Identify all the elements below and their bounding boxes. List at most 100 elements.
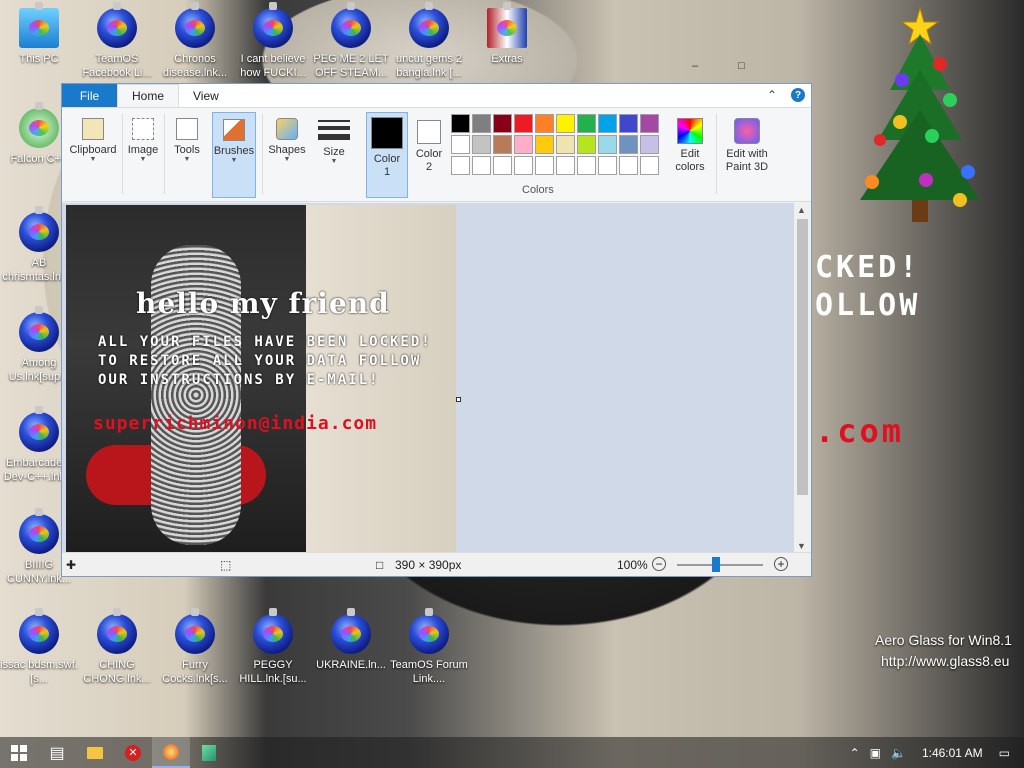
edit-colors-button[interactable]: Edit colors: [668, 112, 712, 198]
vertical-scrollbar[interactable]: ▲ ▼: [794, 203, 811, 553]
size-button[interactable]: Size ▼: [312, 112, 356, 198]
volume-icon[interactable]: 🔈: [891, 746, 906, 760]
app-icon: [409, 2, 449, 48]
app-icon: [331, 2, 371, 48]
shapes-button[interactable]: Shapes ▼: [264, 112, 310, 198]
clipboard-button[interactable]: Clipboard ▼: [64, 112, 122, 198]
tab-file[interactable]: File: [62, 84, 117, 107]
palette-swatch[interactable]: [472, 135, 491, 154]
palette-swatch[interactable]: [577, 135, 596, 154]
palette-swatch[interactable]: [451, 156, 470, 175]
palette-swatch[interactable]: [493, 114, 512, 133]
zoom-slider-thumb[interactable]: [712, 557, 721, 572]
palette-swatch[interactable]: [535, 135, 554, 154]
palette-swatch[interactable]: [577, 156, 596, 175]
desktop-icon[interactable]: Furry Cocks.lnk[s...: [156, 608, 234, 686]
palette-swatch[interactable]: [493, 156, 512, 175]
palette-swatch[interactable]: [640, 135, 659, 154]
palette-swatch[interactable]: [556, 156, 575, 175]
palette-swatch[interactable]: [556, 135, 575, 154]
network-icon[interactable]: ▣: [870, 746, 881, 760]
palette-swatch[interactable]: [514, 135, 533, 154]
minimize-icon[interactable]: –: [692, 60, 698, 72]
shapes-icon: [276, 118, 298, 140]
desktop-icon[interactable]: uncut gems 2 bangla.lnk [...: [390, 2, 468, 80]
edit-paint3d-button[interactable]: Edit with Paint 3D: [718, 112, 776, 198]
task-view-icon[interactable]: ▤: [38, 737, 76, 768]
desktop-icon[interactable]: TeamOS Forum Link....: [390, 608, 468, 686]
zoom-out-button[interactable]: −: [652, 557, 666, 571]
palette-swatch[interactable]: [598, 135, 617, 154]
desktop-icon[interactable]: I cant believe how FUCKI...: [234, 2, 312, 80]
tools-button[interactable]: Tools ▼: [166, 112, 208, 198]
desktop-icon[interactable]: Extras: [468, 2, 546, 66]
palette-swatch[interactable]: [472, 114, 491, 133]
paint-taskbar-icon[interactable]: [152, 737, 190, 768]
colors-group-label: Colors: [522, 184, 554, 196]
desktop-icon[interactable]: PEGGY HILL.lnk.[su...: [234, 608, 312, 686]
scroll-up-icon[interactable]: ▲: [797, 205, 806, 215]
desktop-icon[interactable]: issac bdsm.swf.[s...: [0, 608, 78, 686]
palette-swatch[interactable]: [619, 156, 638, 175]
color-palette: [451, 114, 659, 175]
app-icon: [409, 608, 449, 654]
app-taskbar-icon[interactable]: [190, 737, 228, 768]
resize-handle-right[interactable]: [456, 397, 461, 402]
desktop-icon[interactable]: TeamOS Facebook Li...: [78, 2, 156, 80]
palette-swatch[interactable]: [640, 156, 659, 175]
scroll-down-icon[interactable]: ▼: [797, 541, 806, 551]
recycle-icon: [19, 102, 59, 148]
tab-home[interactable]: Home: [117, 84, 180, 107]
select-icon: [132, 118, 154, 140]
aero-glass-watermark: Aero Glass for Win8.1 http://www.glass8.…: [875, 630, 1012, 672]
palette-swatch[interactable]: [493, 135, 512, 154]
clock[interactable]: 1:46:01 AM: [916, 746, 989, 760]
close-app-icon[interactable]: ✕: [114, 737, 152, 768]
palette-swatch[interactable]: [472, 156, 491, 175]
image-canvas[interactable]: hello my friend ALL YOUR FILES HAVE BEEN…: [66, 205, 456, 553]
collapse-ribbon-icon[interactable]: ⌃: [767, 88, 777, 102]
maximize-icon[interactable]: □: [738, 60, 745, 72]
desktop-icon[interactable]: This PC: [0, 2, 78, 66]
scroll-thumb[interactable]: [797, 219, 808, 495]
brushes-button[interactable]: Brushes ▼: [212, 112, 256, 198]
palette-swatch[interactable]: [598, 156, 617, 175]
desktop-icon[interactable]: CHING CHONG.lnk...: [78, 608, 156, 686]
image-size-text: 390 × 390px: [395, 558, 462, 572]
app-icon: [19, 508, 59, 554]
palette-swatch[interactable]: [451, 135, 470, 154]
image-button[interactable]: Image ▼: [124, 112, 162, 198]
chevron-up-icon[interactable]: ⌃: [850, 746, 860, 760]
palette-swatch[interactable]: [619, 135, 638, 154]
desktop-icon-label: TeamOS Facebook Li...: [82, 53, 152, 79]
palette-swatch[interactable]: [535, 114, 554, 133]
color1-button[interactable]: Color 1: [366, 112, 408, 198]
desktop-icon-label: Extras: [491, 53, 523, 65]
desktop-icon[interactable]: Chronos disease.lnk...: [156, 2, 234, 80]
color2-button[interactable]: Color 2: [410, 112, 448, 198]
notifications-icon[interactable]: ▭: [999, 746, 1010, 760]
palette-swatch[interactable]: [577, 114, 596, 133]
palette-swatch[interactable]: [514, 156, 533, 175]
zoom-in-button[interactable]: +: [774, 557, 788, 571]
start-button[interactable]: [0, 737, 38, 768]
palette-swatch[interactable]: [514, 114, 533, 133]
desktop-icon[interactable]: UKRAINE.ln...: [312, 608, 390, 672]
zoom-level-text: 100%: [617, 558, 648, 572]
color2-label: Color 2: [415, 148, 443, 173]
palette-swatch[interactable]: [535, 156, 554, 175]
tab-view[interactable]: View: [179, 84, 233, 107]
palette-swatch[interactable]: [556, 114, 575, 133]
file-explorer-icon[interactable]: [76, 737, 114, 768]
shapes-label: Shapes: [268, 144, 306, 156]
palette-swatch[interactable]: [640, 114, 659, 133]
palette-swatch[interactable]: [451, 114, 470, 133]
desktop-icon-label: issac bdsm.swf.[s...: [0, 659, 78, 685]
help-icon[interactable]: ?: [791, 88, 805, 102]
app-icon: [331, 608, 371, 654]
rainbow-palette-icon: [677, 118, 703, 144]
palette-swatch[interactable]: [619, 114, 638, 133]
canvas-area[interactable]: hello my friend ALL YOUR FILES HAVE BEEN…: [62, 203, 797, 553]
palette-swatch[interactable]: [598, 114, 617, 133]
desktop-icon[interactable]: PEG ME 2 LET OFF STEAM...: [312, 2, 390, 80]
